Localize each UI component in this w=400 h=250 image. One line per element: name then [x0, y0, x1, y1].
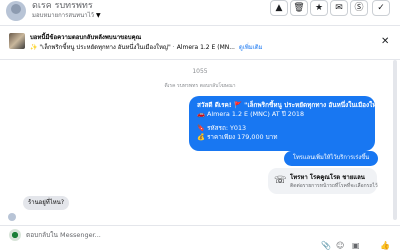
message-timestamp: 1055 — [192, 68, 208, 75]
message-line: 🚗 Almera 1.2 E (MNC) AT ปี 2018 — [197, 110, 305, 118]
message-thread[interactable]: 1055 ดีเรค รบทรพทร ตอบกลับโฆษณา สวัสดี ด… — [0, 60, 400, 225]
message-line: 🔖 รหัสรถ: Y013 — [197, 124, 247, 132]
attach-icon[interactable]: 📎 — [321, 241, 331, 250]
call-card-title: โทรหา โรคคูณโรต ชายแลน — [290, 174, 365, 181]
done-button[interactable]: ✓ — [372, 0, 390, 16]
close-icon[interactable]: ✕ — [381, 36, 389, 47]
emoji-icon[interactable]: ☺ — [336, 241, 344, 250]
check-icon: ✓ — [377, 3, 385, 13]
see-more-link[interactable]: ดูเพิ่มเติม — [239, 44, 263, 51]
mark-unread-icon: ✉ — [335, 3, 343, 13]
notice-preview: "เล็กพริกขี้หนู ประหยัดทุกทาง อันหนึ่งใน… — [39, 44, 171, 51]
warning-icon: ▲ — [275, 3, 283, 13]
notice-title: บอทนี้มีข้อความตอบกลับหลังพบนาขอบคุณ — [30, 34, 142, 41]
separator: · — [172, 44, 175, 51]
contact-avatar[interactable] — [6, 1, 26, 21]
notice-body: ✨ "เล็กพริกขี้หนู ประหยัดทุกทาง อันหนึ่ง… — [30, 42, 263, 52]
star-button[interactable]: ★ — [310, 0, 328, 16]
ad-thumbnail — [9, 33, 25, 49]
sparkle-icon: ✨ — [30, 44, 38, 51]
star-icon: ★ — [314, 3, 324, 13]
like-icon[interactable]: 👍 — [380, 241, 390, 250]
chevron-down-icon: ▼ — [95, 12, 101, 19]
gif-icon[interactable]: ▣ — [352, 241, 360, 250]
mark-unread-button[interactable]: ✉ — [330, 0, 348, 16]
phone-icon: ☏ — [274, 175, 287, 186]
outgoing-message[interactable]: สวัสดี ดีเรค! 🚩 "เล็กพริกขี้หนู ประหยัดท… — [189, 96, 386, 151]
assignee-label: มอบหมายการสนทนาไว้ — [32, 12, 94, 19]
spam-button[interactable]: Ⓢ — [350, 0, 368, 16]
warning-button[interactable]: ▲ — [270, 0, 288, 16]
system-message: ดีเรค รบทรพทร ตอบกลับโฆษณา — [164, 83, 236, 89]
page-avatar — [9, 229, 21, 241]
reply-input[interactable] — [26, 229, 226, 241]
trash-button[interactable]: 🗑 — [290, 0, 308, 16]
trash-icon: 🗑 — [293, 3, 305, 13]
sender-avatar — [8, 213, 16, 221]
notice-meta: Almera 1.2 E (MN... — [176, 44, 235, 51]
ad-reply-notice: บอทนี้มีข้อความตอบกลับหลังพบนาขอบคุณ ✨ "… — [0, 26, 400, 60]
assignee-selector[interactable]: มอบหมายการสนทนาไว้ ▼ — [32, 10, 101, 20]
call-card-subtitle: ติดต่อรายการหน้ารถที่โรคที่จะเลือกรถไว้ — [290, 183, 378, 189]
quick-reply-button[interactable]: โทรแลนเพิ่มให้ไว้บริการเร่งขึ้น — [284, 151, 378, 166]
incoming-message[interactable]: ร้านอยู่ที่ไหน? — [23, 196, 69, 210]
message-line: 💰 ราคาเพียง 179,000 บาท — [197, 133, 278, 141]
composer: 📎 ☺ ▣ 👍 — [0, 225, 400, 250]
call-card[interactable]: ☏ โทรหา โรคคูณโรต ชายแลน ติดต่อรายการหน้… — [268, 168, 378, 194]
conversation-header: ดเรค รบทรพทร มอบหมายการสนทนาไว้ ▼ ▲ 🗑 ★ ✉… — [0, 0, 400, 26]
scrollbar[interactable] — [393, 60, 397, 220]
spam-icon: Ⓢ — [354, 3, 364, 13]
message-line: สวัสดี ดีเรค! 🚩 "เล็กพริกขี้หนู ประหยัดท… — [197, 101, 386, 109]
